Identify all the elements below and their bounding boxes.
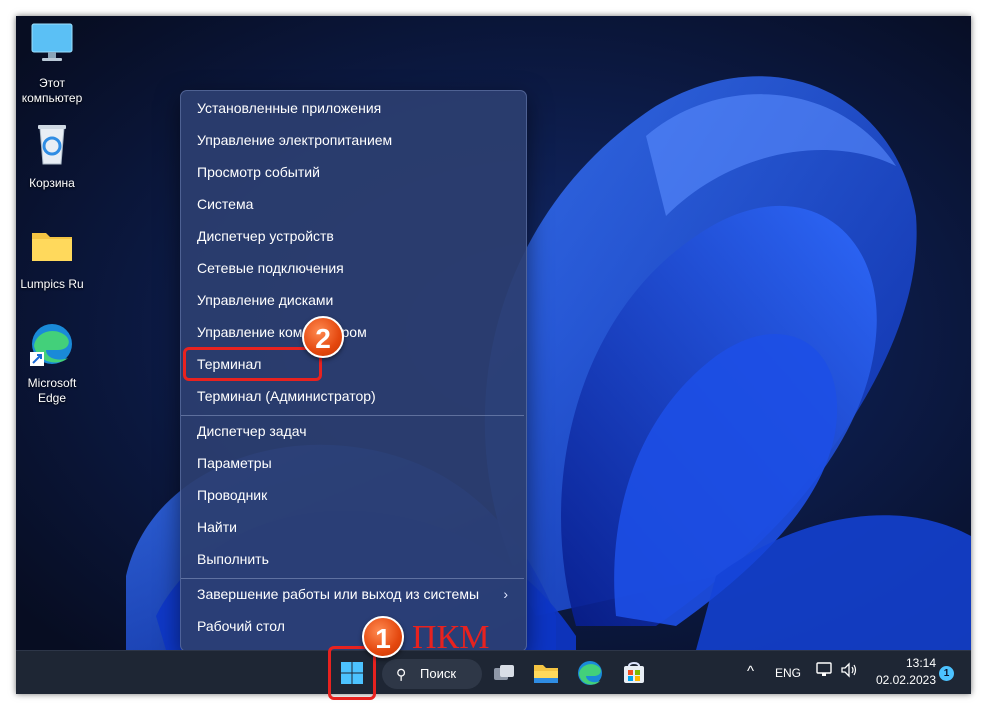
- menu-item-file-explorer[interactable]: Проводник: [187, 480, 520, 510]
- menu-item-shutdown-signout[interactable]: Завершение работы или выход из системы ›: [187, 579, 520, 609]
- terminal-highlight-box: [183, 347, 322, 381]
- desktop-icon-label: Microsoft Edge: [27, 376, 77, 405]
- desktop-icon-edge[interactable]: Microsoft Edge: [16, 320, 90, 406]
- desktop-icon-label: Lumpics Ru: [20, 277, 84, 291]
- file-explorer-button[interactable]: [530, 657, 562, 689]
- desktop-icon-label: Этот компьютер: [21, 76, 83, 105]
- edge-icon: [30, 324, 72, 366]
- menu-item-network-connections[interactable]: Сетевые подключения: [187, 253, 520, 283]
- desktop-icon-lumpics-folder[interactable]: Lumpics Ru: [16, 221, 90, 292]
- monitor-icon: [31, 23, 73, 61]
- menu-item-device-manager[interactable]: Диспетчер устройств: [187, 221, 520, 251]
- taskbar-search-button[interactable]: ⚲ Поиск: [382, 659, 482, 689]
- menu-item-task-manager[interactable]: Диспетчер задач: [187, 416, 520, 446]
- menu-item-terminal-admin[interactable]: Терминал (Администратор): [187, 381, 520, 411]
- clock[interactable]: 13:14 02.02.2023: [864, 655, 936, 689]
- search-icon: ⚲: [396, 666, 407, 682]
- edge-icon: [578, 661, 602, 685]
- chevron-right-icon: ›: [503, 586, 508, 602]
- clock-time: 13:14: [905, 656, 936, 670]
- notification-badge[interactable]: 1: [939, 666, 954, 681]
- menu-item-run[interactable]: Выполнить: [187, 544, 520, 574]
- tray-overflow-chevron[interactable]: ^: [747, 663, 754, 680]
- volume-icon[interactable]: [840, 661, 858, 682]
- recycle-bin-icon: [38, 125, 66, 165]
- file-explorer-icon: [534, 665, 558, 683]
- menu-item-system[interactable]: Система: [187, 189, 520, 219]
- menu-item-settings[interactable]: Параметры: [187, 448, 520, 478]
- language-indicator[interactable]: ENG: [775, 666, 801, 680]
- desktop-icon-label: Корзина: [29, 176, 75, 190]
- menu-item-disk-management[interactable]: Управление дисками: [187, 285, 520, 315]
- task-view-button[interactable]: [488, 657, 520, 689]
- clock-date: 02.02.2023: [875, 673, 936, 687]
- store-icon: [624, 662, 644, 683]
- step-badge-1: 1: [362, 616, 404, 658]
- menu-item-label: Завершение работы или выход из системы: [197, 586, 480, 602]
- store-taskbar-button[interactable]: [618, 657, 650, 689]
- start-button-highlight-box: [328, 646, 376, 700]
- network-icon[interactable]: [816, 661, 834, 682]
- menu-item-search[interactable]: Найти: [187, 512, 520, 542]
- desktop-icon-recycle-bin[interactable]: Корзина: [16, 120, 90, 191]
- step-badge-2: 2: [302, 316, 344, 358]
- edge-taskbar-button[interactable]: [574, 657, 606, 689]
- menu-item-installed-apps[interactable]: Установленные приложения: [187, 93, 520, 123]
- search-label: Поиск: [420, 666, 457, 681]
- menu-item-power-options[interactable]: Управление электропитанием: [187, 125, 520, 155]
- taskbar: ⚲ Поиск ^ ENG 13:14 02.02.2023 1: [16, 650, 971, 694]
- step1-caption: ПКМ: [412, 619, 490, 656]
- folder-icon: [32, 233, 72, 261]
- menu-item-computer-management[interactable]: Управление компьютером: [187, 317, 520, 347]
- menu-item-event-viewer[interactable]: Просмотр событий: [187, 157, 520, 187]
- task-view-icon: [494, 665, 514, 680]
- desktop-icon-this-pc[interactable]: Этот компьютер: [16, 20, 90, 106]
- desktop-screen: Этот компьютер Корзина Lumpics Ru Micros…: [16, 16, 971, 694]
